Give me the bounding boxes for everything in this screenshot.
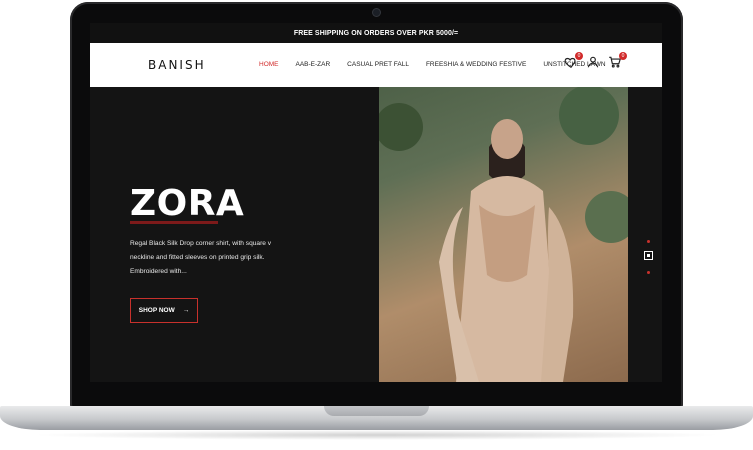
nav-aab-e-zar[interactable]: AAB-E-ZAR — [296, 61, 331, 68]
shop-now-label: SHOP NOW — [138, 307, 175, 314]
camera-icon — [373, 9, 380, 16]
nav-freeshia-wedding-festive[interactable]: FREESHIA & WEDDING FESTIVE — [426, 61, 526, 68]
title-underline — [130, 221, 218, 224]
wishlist-icon[interactable]: 0 — [564, 52, 583, 69]
wishlist-badge: 0 — [575, 52, 583, 60]
hero-model-image — [379, 87, 628, 382]
announcement-text: FREE SHIPPING ON ORDERS OVER PKR 5000/= — [293, 29, 459, 37]
laptop-notch — [324, 406, 429, 416]
screen: FREE SHIPPING ON ORDERS OVER PKR 5000/= … — [90, 23, 662, 382]
hero-slider: ZORA Regal Black Silk Drop corner shirt,… — [90, 87, 662, 382]
brand-logo[interactable]: BANISH — [148, 58, 206, 72]
slide-dot-2-active[interactable] — [644, 251, 653, 260]
hero-description: Regal Black Silk Drop corner shirt, with… — [130, 240, 272, 275]
hero-text-panel: ZORA Regal Black Silk Drop corner shirt,… — [90, 87, 379, 382]
shop-now-button[interactable]: SHOP NOW → — [130, 298, 198, 323]
laptop-shadow — [30, 430, 723, 440]
header-icons: 0 0 — [564, 52, 627, 69]
cart-badge: 0 — [619, 52, 627, 60]
model-illustration — [379, 87, 628, 382]
account-icon[interactable] — [586, 55, 600, 69]
slide-dot-1[interactable] — [647, 240, 650, 243]
arrow-right-icon: → — [182, 307, 190, 314]
site-header: BANISH HOME AAB-E-ZAR CASUAL PRET FALL F… — [90, 43, 662, 87]
nav-casual-pret-fall[interactable]: CASUAL PRET FALL — [347, 61, 409, 68]
hero-title: ZORA — [130, 183, 245, 224]
slide-dot-3[interactable] — [647, 271, 650, 274]
announcement-bar: FREE SHIPPING ON ORDERS OVER PKR 5000/= — [90, 23, 662, 43]
cart-icon[interactable]: 0 — [608, 52, 627, 69]
nav-home[interactable]: HOME — [259, 61, 279, 68]
